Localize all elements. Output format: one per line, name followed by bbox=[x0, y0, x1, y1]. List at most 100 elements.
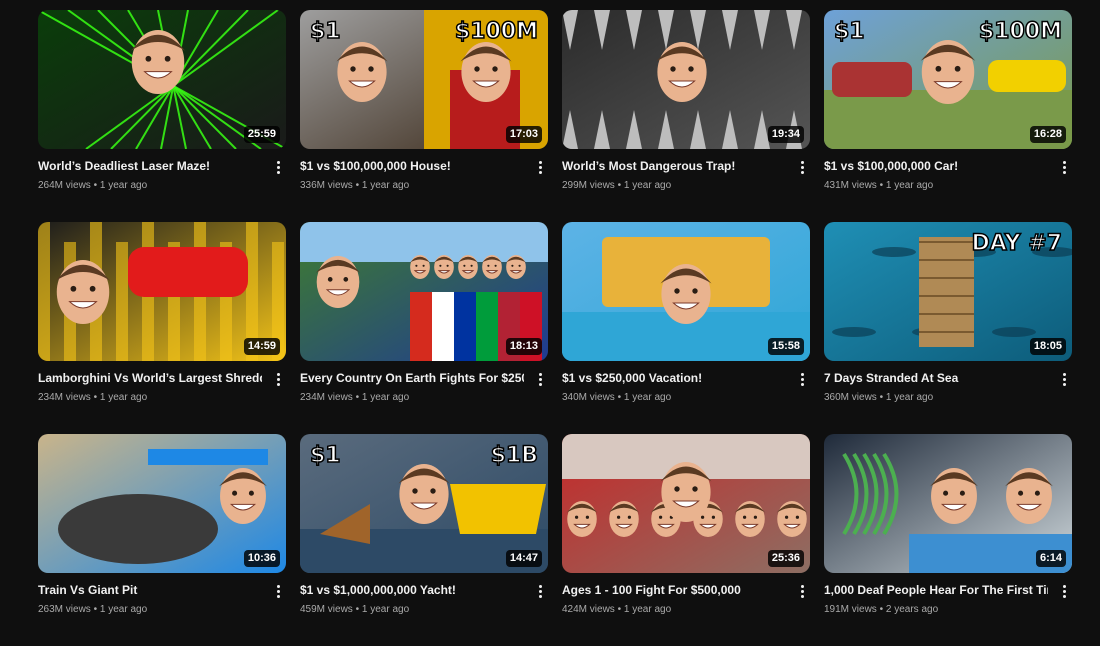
video-thumbnail[interactable]: 6:14 bbox=[824, 434, 1072, 573]
view-count: 459M views bbox=[300, 604, 353, 615]
video-duration: 16:28 bbox=[1029, 126, 1066, 143]
video-card[interactable]: 10:36 Train Vs Giant Pit 263M views • 1 … bbox=[38, 434, 286, 646]
more-options-icon[interactable] bbox=[532, 158, 548, 176]
price-overlay-left: $1 bbox=[834, 19, 865, 44]
video-title[interactable]: Lamborghini Vs World’s Largest Shredder bbox=[38, 370, 262, 386]
video-card[interactable]: 15:58 $1 vs $250,000 Vacation! 340M view… bbox=[562, 222, 810, 434]
video-card[interactable]: 25:59 World’s Deadliest Laser Maze! 264M… bbox=[38, 10, 286, 222]
video-thumbnail[interactable]: 15:58 bbox=[562, 222, 810, 361]
more-options-icon[interactable] bbox=[1056, 158, 1072, 176]
upload-age: 2 years ago bbox=[885, 604, 939, 615]
video-title[interactable]: $1 vs $250,000 Vacation! bbox=[562, 370, 786, 386]
price-overlay-right: $100M bbox=[455, 19, 538, 44]
video-stats: 191M views • 2 years ago bbox=[824, 604, 939, 615]
price-overlay-right: $100M bbox=[979, 19, 1062, 44]
upload-age: 1 year ago bbox=[623, 180, 672, 191]
video-title[interactable]: Every Country On Earth Fights For $250,0… bbox=[300, 370, 524, 386]
upload-age: 1 year ago bbox=[99, 604, 148, 615]
video-title[interactable]: 1,000 Deaf People Hear For The First Tim… bbox=[824, 582, 1048, 598]
video-meta: $1 vs $250,000 Vacation! 340M views • 1 … bbox=[562, 361, 810, 405]
upload-age: 1 year ago bbox=[623, 604, 672, 615]
upload-age: 1 year ago bbox=[885, 392, 934, 403]
view-count: 263M views bbox=[38, 604, 91, 615]
video-duration: 10:36 bbox=[243, 550, 280, 567]
video-stats: 360M views • 1 year ago bbox=[824, 392, 934, 403]
video-thumbnail[interactable]: $1 $100M 17:03 bbox=[300, 10, 548, 149]
upload-age: 1 year ago bbox=[361, 392, 410, 403]
upload-age: 1 year ago bbox=[361, 180, 410, 191]
more-options-icon[interactable] bbox=[532, 370, 548, 388]
video-card[interactable]: $1 $1B 14:47 $1 vs $1,000,000,000 Yacht! 4… bbox=[300, 434, 548, 646]
video-card[interactable]: 6:14 1,000 Deaf People Hear For The Firs… bbox=[824, 434, 1072, 646]
more-options-icon[interactable] bbox=[1056, 370, 1072, 388]
video-card[interactable]: 14:59 Lamborghini Vs World’s Largest Shr… bbox=[38, 222, 286, 434]
video-duration: 19:34 bbox=[767, 126, 804, 143]
video-stats: 234M views • 1 year ago bbox=[38, 392, 148, 403]
more-options-icon[interactable] bbox=[532, 582, 548, 600]
video-duration: 14:59 bbox=[243, 338, 280, 355]
video-stats: 431M views • 1 year ago bbox=[824, 180, 934, 191]
video-meta: Train Vs Giant Pit 263M views • 1 year a… bbox=[38, 573, 286, 617]
more-options-icon[interactable] bbox=[270, 582, 286, 600]
more-options-icon[interactable] bbox=[270, 370, 286, 388]
video-thumbnail[interactable]: $1 $1B 14:47 bbox=[300, 434, 548, 573]
video-thumbnail[interactable]: 18:13 bbox=[300, 222, 548, 361]
video-stats: 336M views • 1 year ago bbox=[300, 180, 410, 191]
video-meta: Ages 1 - 100 Fight For $500,000 424M vie… bbox=[562, 573, 810, 617]
video-title[interactable]: 7 Days Stranded At Sea bbox=[824, 370, 1048, 386]
video-duration: 25:59 bbox=[243, 126, 280, 143]
video-title[interactable]: $1 vs $1,000,000,000 Yacht! bbox=[300, 582, 524, 598]
video-thumbnail[interactable]: 25:59 bbox=[38, 10, 286, 149]
video-stats: 234M views • 1 year ago bbox=[300, 392, 410, 403]
video-meta: $1 vs $100,000,000 House! 336M views • 1… bbox=[300, 149, 548, 193]
price-overlay-left: $1 bbox=[310, 443, 341, 468]
video-duration: 14:47 bbox=[505, 550, 542, 567]
price-overlay-right: $1B bbox=[491, 443, 538, 468]
video-title[interactable]: $1 vs $100,000,000 House! bbox=[300, 158, 524, 174]
video-meta: $1 vs $1,000,000,000 Yacht! 459M views •… bbox=[300, 573, 548, 617]
more-options-icon[interactable] bbox=[794, 158, 810, 176]
video-title[interactable]: $1 vs $100,000,000 Car! bbox=[824, 158, 1048, 174]
video-stats: 264M views • 1 year ago bbox=[38, 180, 148, 191]
video-title[interactable]: World’s Most Dangerous Trap! bbox=[562, 158, 786, 174]
video-meta: 1,000 Deaf People Hear For The First Tim… bbox=[824, 573, 1072, 617]
more-options-icon[interactable] bbox=[270, 158, 286, 176]
view-count: 340M views bbox=[562, 392, 615, 403]
video-title[interactable]: World’s Deadliest Laser Maze! bbox=[38, 158, 262, 174]
more-options-icon[interactable] bbox=[1056, 582, 1072, 600]
upload-age: 1 year ago bbox=[99, 392, 148, 403]
video-card[interactable]: 25:36 Ages 1 - 100 Fight For $500,000 42… bbox=[562, 434, 810, 646]
video-thumbnail[interactable]: 25:36 bbox=[562, 434, 810, 573]
video-card[interactable]: $1 $100M 16:28 $1 vs $100,000,000 Car! 431… bbox=[824, 10, 1072, 222]
video-thumbnail[interactable]: 14:59 bbox=[38, 222, 286, 361]
video-title[interactable]: Ages 1 - 100 Fight For $500,000 bbox=[562, 582, 786, 598]
video-duration: 18:13 bbox=[505, 338, 542, 355]
video-meta: World’s Deadliest Laser Maze! 264M views… bbox=[38, 149, 286, 193]
video-card[interactable]: 19:34 World’s Most Dangerous Trap! 299M … bbox=[562, 10, 810, 222]
video-stats: 424M views • 1 year ago bbox=[562, 604, 672, 615]
view-count: 299M views bbox=[562, 180, 615, 191]
video-card[interactable]: 18:13 Every Country On Earth Fights For … bbox=[300, 222, 548, 434]
video-title[interactable]: Train Vs Giant Pit bbox=[38, 582, 262, 598]
video-stats: 340M views • 1 year ago bbox=[562, 392, 672, 403]
video-grid: 25:59 World’s Deadliest Laser Maze! 264M… bbox=[38, 10, 1078, 646]
upload-age: 1 year ago bbox=[99, 180, 148, 191]
video-duration: 6:14 bbox=[1035, 550, 1066, 567]
more-options-icon[interactable] bbox=[794, 582, 810, 600]
video-thumbnail[interactable]: DAY #7 18:05 bbox=[824, 222, 1072, 361]
video-thumbnail[interactable]: $1 $100M 16:28 bbox=[824, 10, 1072, 149]
view-count: 424M views bbox=[562, 604, 615, 615]
video-card[interactable]: $1 $100M 17:03 $1 vs $100,000,000 House! 3… bbox=[300, 10, 548, 222]
video-thumbnail[interactable]: 19:34 bbox=[562, 10, 810, 149]
video-meta: Every Country On Earth Fights For $250,0… bbox=[300, 361, 548, 405]
video-stats: 263M views • 1 year ago bbox=[38, 604, 148, 615]
video-duration: 15:58 bbox=[767, 338, 804, 355]
thumbnail-deaf bbox=[824, 434, 1072, 573]
video-card[interactable]: DAY #7 18:05 7 Days Stranded At Sea 360M … bbox=[824, 222, 1072, 434]
upload-age: 1 year ago bbox=[623, 392, 672, 403]
more-options-icon[interactable] bbox=[794, 370, 810, 388]
view-count: 431M views bbox=[824, 180, 877, 191]
video-stats: 459M views • 1 year ago bbox=[300, 604, 410, 615]
video-thumbnail[interactable]: 10:36 bbox=[38, 434, 286, 573]
upload-age: 1 year ago bbox=[361, 604, 410, 615]
